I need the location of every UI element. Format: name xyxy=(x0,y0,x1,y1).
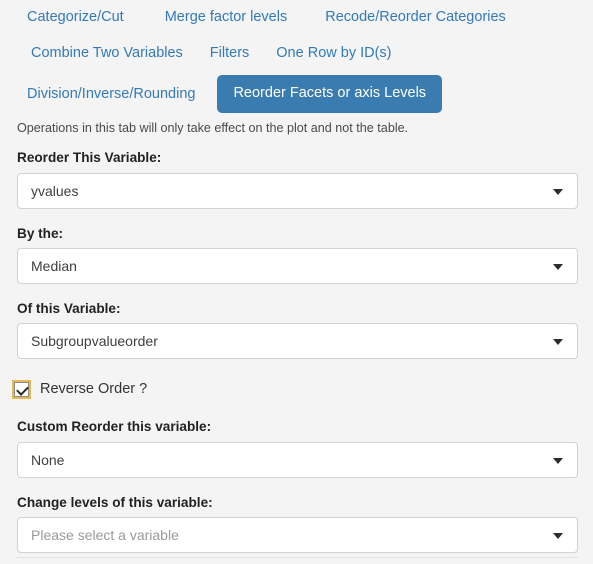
chevron-down-icon xyxy=(553,339,563,346)
tab-merge-factor-levels[interactable]: Merge factor levels xyxy=(165,2,288,33)
custom-reorder-value: None xyxy=(31,451,65,468)
reorder-variable-select[interactable]: yvalues xyxy=(17,172,578,209)
custom-reorder-label: Custom Reorder this variable: xyxy=(17,419,212,435)
tab-division-inverse-rounding[interactable]: Division/Inverse/Rounding xyxy=(27,79,195,110)
of-this-variable-select[interactable]: Subgroupvalueorder xyxy=(17,323,578,360)
change-levels-value: Please select a variable xyxy=(31,526,179,543)
chevron-down-icon xyxy=(553,263,563,270)
by-the-label: By the: xyxy=(17,225,64,241)
field-reorder-variable: Reorder This Variable: yvalues xyxy=(0,150,593,209)
tab-combine-two-variables[interactable]: Combine Two Variables xyxy=(31,38,183,69)
bottom-divider xyxy=(15,557,578,558)
reorder-variable-value: yvalues xyxy=(31,182,79,199)
tab-navigation: Categorize/Cut Merge factor levels Recod… xyxy=(0,0,593,116)
tab-row-3: Division/Inverse/Rounding Reorder Facets… xyxy=(0,72,593,116)
tab-row-1: Categorize/Cut Merge factor levels Recod… xyxy=(0,0,593,34)
of-this-variable-label: Of this Variable: xyxy=(17,300,121,316)
change-levels-select[interactable]: Please select a variable xyxy=(17,516,578,553)
reorder-form: Reorder This Variable: yvalues By the: M… xyxy=(0,150,593,553)
change-levels-label: Change levels of this variable: xyxy=(17,494,213,510)
field-custom-reorder: Custom Reorder this variable: None xyxy=(0,419,593,478)
chevron-down-icon xyxy=(553,457,563,464)
tab-reorder-facets-or-axis-levels[interactable]: Reorder Facets or axis Levels xyxy=(217,75,443,113)
field-change-levels: Change levels of this variable: Please s… xyxy=(0,495,593,553)
checkmark-icon xyxy=(16,382,29,396)
by-the-value: Median xyxy=(31,257,77,274)
chevron-down-icon xyxy=(553,188,563,195)
tab-categorize-cut[interactable]: Categorize/Cut xyxy=(27,2,124,33)
by-the-select[interactable]: Median xyxy=(17,247,578,284)
tab-recode-reorder-categories[interactable]: Recode/Reorder Categories xyxy=(325,2,506,33)
reverse-order-checkbox-row[interactable]: Reverse Order ? xyxy=(0,378,593,400)
field-of-this-variable: Of this Variable: Subgroupvalueorder xyxy=(0,300,593,360)
reorder-variable-label: Reorder This Variable: xyxy=(17,150,162,166)
reverse-order-checkbox[interactable] xyxy=(12,379,31,399)
reverse-order-label[interactable]: Reverse Order ? xyxy=(40,382,147,397)
of-this-variable-value: Subgroupvalueorder xyxy=(31,333,158,350)
tab-one-row-by-ids[interactable]: One Row by ID(s) xyxy=(276,38,391,69)
tab-filters[interactable]: Filters xyxy=(210,38,249,69)
field-by-the: By the: Median xyxy=(0,226,593,284)
custom-reorder-select[interactable]: None xyxy=(17,441,578,478)
tab-row-2: Combine Two Variables Filters One Row by… xyxy=(0,34,593,72)
tab-description-note: Operations in this tab will only take ef… xyxy=(17,121,409,135)
chevron-down-icon xyxy=(553,532,563,539)
